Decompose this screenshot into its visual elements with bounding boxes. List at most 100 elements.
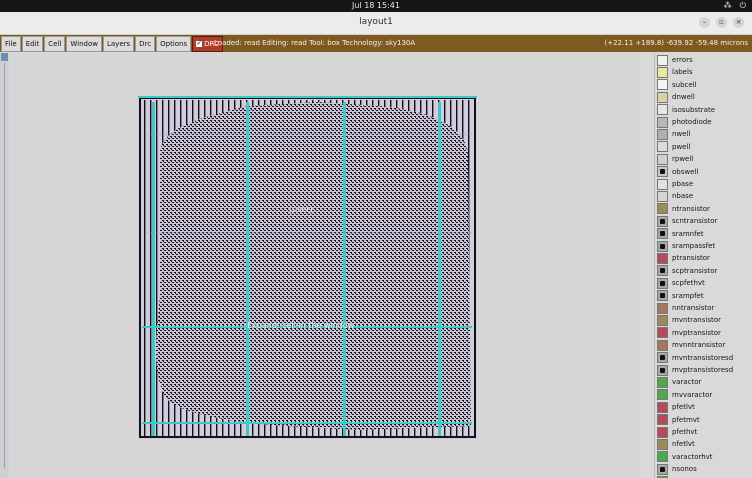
layer-swatch[interactable] (657, 116, 668, 128)
cell-name-label: (user) (289, 205, 313, 214)
layer-swatch[interactable] (657, 178, 668, 190)
layer-row-ptransistor[interactable]: ptransistor (657, 252, 710, 264)
layer-swatch[interactable] (657, 401, 668, 413)
layer-row-mvntransistoresd[interactable]: mvntransistoresd (657, 352, 733, 364)
layer-row-varactor[interactable]: varactor (657, 376, 701, 388)
layer-swatch[interactable] (657, 327, 668, 339)
layer-row-ntransistor[interactable]: ntransistor (657, 203, 710, 215)
layer-name: ntransistor (672, 204, 710, 213)
layer-swatch[interactable] (657, 104, 668, 116)
layer-name: rpwell (672, 155, 694, 164)
layer-row-labels[interactable]: labels (657, 66, 693, 78)
layer-row-mvptransistor[interactable]: mvptransistor (657, 327, 721, 339)
layer-swatch[interactable] (657, 79, 668, 91)
lock-icon[interactable] (657, 240, 668, 252)
layer-swatch[interactable] (657, 451, 668, 463)
layer-row-srampassfet[interactable]: srampassfet (657, 240, 715, 252)
layer-swatch[interactable] (657, 389, 668, 401)
clock[interactable]: Jul 18 15:41 (0, 1, 752, 10)
layer-swatch[interactable] (657, 128, 668, 140)
layer-row-scptransistor[interactable]: scptransistor (657, 265, 717, 277)
layer-row-scntransistor[interactable]: scntransistor (657, 215, 717, 227)
layer-name: mvvaractor (672, 390, 713, 399)
menu-drc[interactable]: Drc (135, 36, 156, 52)
layer-row-nntransistor[interactable]: nntransistor (657, 302, 714, 314)
layer-row-nwell[interactable]: nwell (657, 128, 690, 140)
layer-row-mvvaractor[interactable]: mvvaractor (657, 389, 712, 401)
layer-row-subcell[interactable]: subcell (657, 79, 697, 91)
layer-name: nntransistor (672, 304, 715, 312)
layer-row-mvnntransistor[interactable]: mvnntransistor (657, 339, 725, 351)
layer-row-nsonos[interactable]: nsonos (657, 463, 697, 475)
layer-row-pfetmvt[interactable]: pfetmvt (657, 414, 700, 426)
layer-swatch[interactable] (657, 66, 668, 78)
layer-row-nbase[interactable]: nbase (657, 190, 693, 202)
layer-row-errors[interactable]: errors (657, 54, 693, 66)
layer-swatch[interactable] (657, 252, 668, 264)
layer-swatch[interactable] (657, 54, 668, 66)
layer-name: sramnfet (672, 229, 704, 238)
lock-icon[interactable] (657, 290, 668, 302)
lock-icon[interactable] (657, 265, 668, 277)
chip-layout[interactable] (138, 96, 477, 439)
layer-row-mvptransistoresd[interactable]: mvptransistoresd (657, 364, 733, 376)
network-icon[interactable]: ⁂ (724, 1, 732, 11)
layer-row-scpfethvt[interactable]: scpfethvt (657, 277, 705, 289)
menu-window[interactable]: Window (66, 36, 102, 52)
menu-layers[interactable]: Layers (102, 36, 135, 52)
layer-swatch[interactable] (657, 426, 668, 438)
layer-swatch[interactable] (657, 339, 668, 351)
lock-icon[interactable] (657, 215, 668, 227)
layer-swatch[interactable] (657, 414, 668, 426)
layer-swatch[interactable] (657, 438, 668, 450)
layer-panel[interactable]: errors labels subcell dnwell isosubstrate pho… (654, 53, 752, 478)
dense-fill-region (156, 102, 471, 430)
layer-row-nfetlvt[interactable]: nfetlvt (657, 438, 695, 450)
layer-row-pbase[interactable]: pbase (657, 178, 693, 190)
layer-row-obswell[interactable]: obswell (657, 166, 698, 178)
lock-icon[interactable] (657, 463, 668, 475)
layer-name: varactorhvt (672, 452, 713, 461)
layer-row-mvntransistor[interactable]: mvntransistor (657, 314, 721, 326)
layer-swatch[interactable] (657, 91, 668, 103)
layer-row-dnwell[interactable]: dnwell (657, 91, 695, 103)
lock-icon[interactable] (657, 364, 668, 376)
scroll-up-arrow-icon[interactable] (1, 53, 8, 61)
layer-swatch[interactable] (657, 190, 668, 202)
layer-name: mvptransistor (672, 328, 721, 337)
layer-row-pfethvt[interactable]: pfethvt (657, 426, 697, 438)
lock-icon[interactable] (657, 166, 668, 178)
layer-row-pfetlvt[interactable]: pfetlvt (657, 401, 695, 413)
layout-canvas[interactable]: (user) Expand: cell in the window (10, 53, 640, 478)
layer-name: srampassfet (672, 242, 716, 250)
layer-row-rpwell[interactable]: rpwell (657, 153, 693, 165)
layer-row-srampfet[interactable]: srampfet (657, 290, 704, 302)
layer-row-photodiode[interactable]: photodiode (657, 116, 712, 128)
checkbox-icon: ✔ (196, 40, 203, 47)
power-icon[interactable]: ⏻ (740, 1, 746, 11)
minimize-button[interactable]: – (699, 17, 710, 28)
maximize-button[interactable]: ▫ (716, 17, 727, 28)
layer-row-isosubstrate[interactable]: isosubstrate (657, 104, 715, 116)
layer-swatch[interactable] (657, 203, 668, 215)
layer-row-sramnfet[interactable]: sramnfet (657, 228, 704, 240)
lock-icon[interactable] (657, 277, 668, 289)
menu-edit[interactable]: Edit (21, 36, 44, 52)
menu-cell[interactable]: Cell (44, 36, 66, 52)
layer-row-varactorhvt[interactable]: varactorhvt (657, 451, 713, 463)
layer-row-pwell[interactable]: pwell (657, 141, 690, 153)
close-button[interactable]: × (733, 17, 744, 28)
layer-swatch[interactable] (657, 302, 668, 314)
layer-swatch[interactable] (657, 141, 668, 153)
layer-name: mvnntransistor (672, 341, 726, 350)
layer-swatch[interactable] (657, 314, 668, 326)
lock-icon[interactable] (657, 352, 668, 364)
layer-swatch[interactable] (657, 153, 668, 165)
lock-icon[interactable] (657, 228, 668, 240)
menu-options[interactable]: Options (156, 36, 192, 52)
scrollbar-track[interactable] (4, 63, 5, 468)
layer-swatch[interactable] (657, 376, 668, 388)
menu-file[interactable]: File (1, 36, 21, 52)
vertical-scrollbar[interactable] (0, 53, 9, 478)
system-tray[interactable]: ⁂ ⏻ (724, 1, 746, 11)
